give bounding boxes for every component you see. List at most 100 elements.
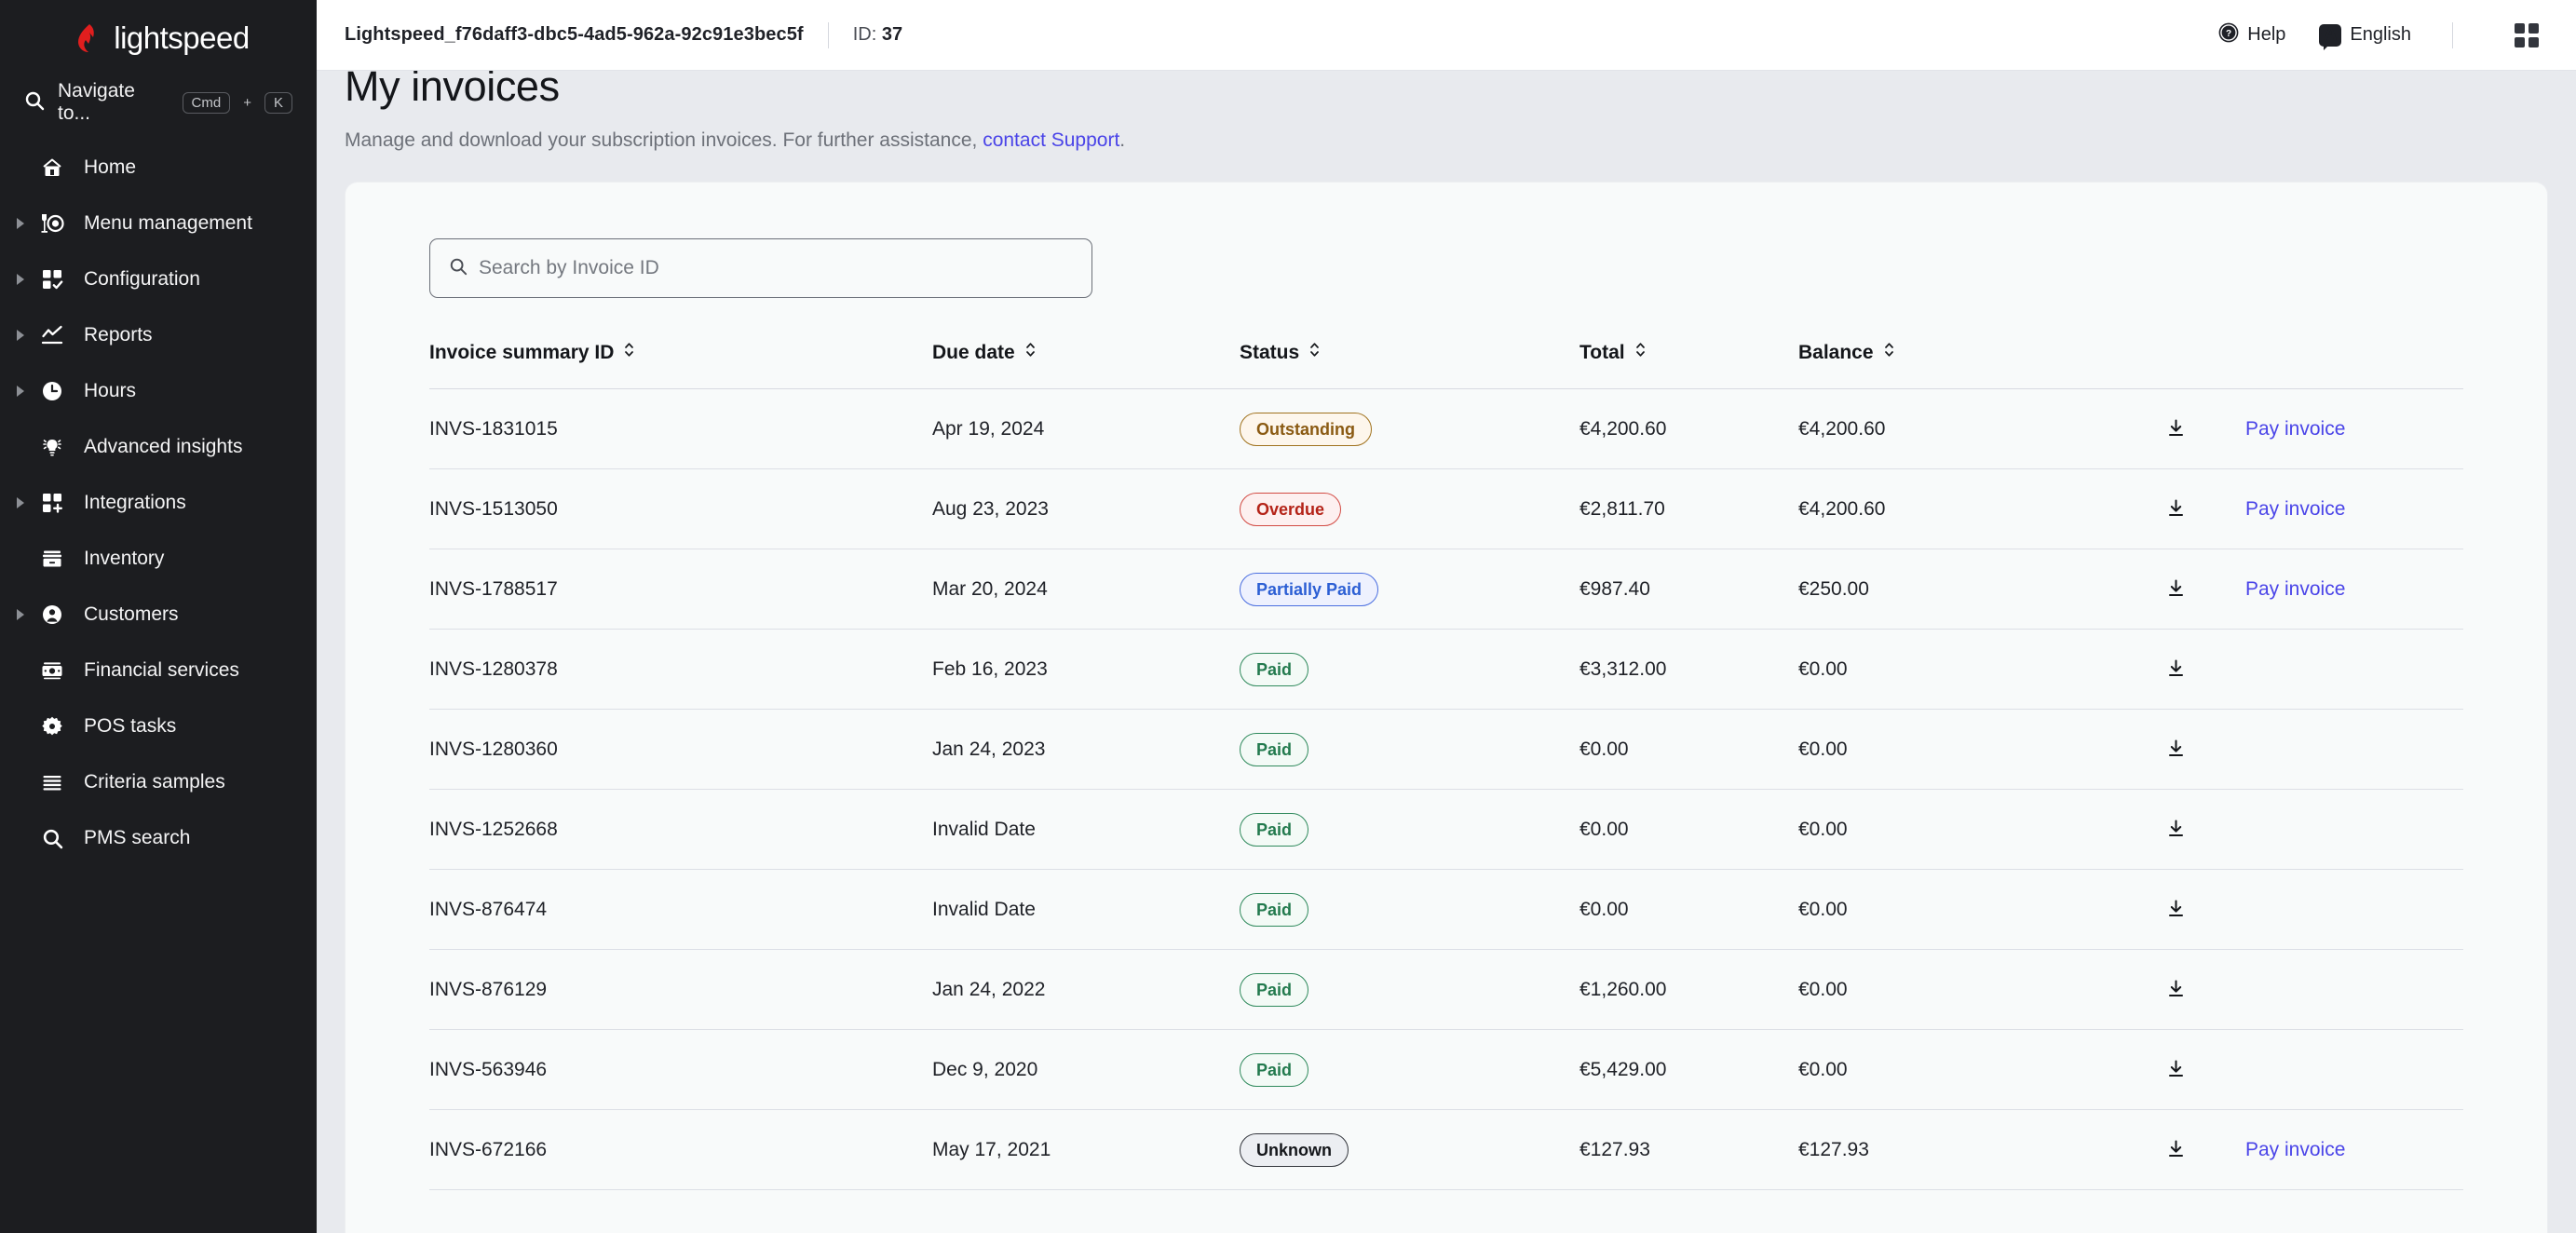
download-invoice-button[interactable] [2162, 735, 2190, 762]
search-box[interactable] [429, 238, 1092, 298]
cell-balance: €0.00 [1798, 709, 2106, 790]
download-icon [2166, 900, 2186, 921]
column-header-invoice-id: Invoice summary ID [429, 341, 932, 389]
sidebar-item-integrations[interactable]: Integrations [0, 475, 317, 531]
language-label: English [2350, 24, 2411, 45]
sort-invoice-id[interactable]: Invoice summary ID [429, 341, 635, 364]
sidebar-item-label: Inventory [84, 548, 165, 569]
cell-status: Unknown [1240, 1109, 1579, 1190]
cell-download [2106, 629, 2245, 710]
download-icon [2166, 1060, 2186, 1081]
cell-download [2106, 549, 2245, 630]
status-badge: Paid [1240, 812, 1309, 847]
page-title: My invoices [345, 62, 560, 110]
cell-total: €3,312.00 [1579, 629, 1798, 710]
sort-balance[interactable]: Balance [1798, 341, 1895, 364]
cell-status: Paid [1240, 869, 1579, 950]
sidebar-item-criteria-samples[interactable]: Criteria samples [0, 754, 317, 810]
brand-logo-text: lightspeed [114, 20, 250, 55]
sort-status[interactable]: Status [1240, 341, 1321, 364]
sidebar-item-advanced-insights[interactable]: Advanced insights [0, 419, 317, 475]
chevron-right-icon[interactable] [11, 497, 32, 508]
sidebar-item-menu-management[interactable]: Menu management [0, 196, 317, 251]
chevron-right-icon[interactable] [11, 609, 32, 620]
cell-balance: €0.00 [1798, 629, 2106, 710]
topbar-actions: ? Help A English [2202, 21, 2539, 50]
app-switcher-grid-icon[interactable] [2515, 22, 2539, 47]
shortcut-cmd-key: Cmd [182, 91, 231, 114]
topbar-divider [827, 21, 829, 48]
column-header-due-date: Due date [932, 341, 1240, 389]
table-row: INVS-1252668 Invalid Date Paid €0.00 €0.00 [429, 789, 2463, 870]
search-icon [32, 828, 73, 849]
sort-arrows-icon [1883, 341, 1895, 364]
pay-invoice-link[interactable]: Pay invoice [2245, 578, 2345, 600]
cell-total: €127.93 [1579, 1109, 1798, 1190]
cell-status: Paid [1240, 629, 1579, 710]
cell-status: Paid [1240, 789, 1579, 870]
customers-icon [32, 603, 73, 626]
sidebar-nav: Home Menu management Configuration Repor… [0, 140, 317, 866]
download-invoice-button[interactable] [2162, 815, 2190, 842]
brand-logo[interactable]: lightspeed [0, 7, 317, 69]
download-invoice-button[interactable] [2162, 975, 2190, 1002]
list-icon [32, 771, 73, 793]
cell-pay [2245, 949, 2463, 1030]
pay-invoice-link[interactable]: Pay invoice [2245, 498, 2345, 520]
download-invoice-button[interactable] [2162, 1055, 2190, 1082]
sidebar-item-inventory[interactable]: Inventory [0, 531, 317, 587]
download-invoice-button[interactable] [2162, 414, 2190, 441]
download-icon [2166, 820, 2186, 841]
download-invoice-button[interactable] [2162, 655, 2190, 682]
cell-status: Paid [1240, 709, 1579, 790]
sidebar-item-customers[interactable]: Customers [0, 587, 317, 643]
chevron-right-icon[interactable] [11, 218, 32, 229]
grid-cell [2529, 36, 2539, 47]
cell-download [2106, 468, 2245, 549]
help-button[interactable]: ? Help [2202, 22, 2302, 48]
cell-pay: Pay invoice [2245, 388, 2463, 469]
sidebar-item-label: Financial services [84, 659, 239, 681]
cell-pay [2245, 869, 2463, 950]
sidebar-item-financial-services[interactable]: Financial services [0, 643, 317, 698]
cell-invoice-id: INVS-1252668 [429, 789, 932, 870]
sidebar-item-pos-tasks[interactable]: POS tasks [0, 698, 317, 754]
status-badge: Paid [1240, 892, 1309, 927]
table-row: INVS-1280360 Jan 24, 2023 Paid €0.00 €0.00 [429, 709, 2463, 790]
sidebar-item-configuration[interactable]: Configuration [0, 251, 317, 307]
navigate-to-search[interactable]: Navigate to... Cmd + K [0, 76, 317, 129]
sidebar-item-pms-search[interactable]: PMS search [0, 810, 317, 866]
sidebar-item-reports[interactable]: Reports [0, 307, 317, 363]
table-row: INVS-1280378 Feb 16, 2023 Paid €3,312.00 €0.… [429, 629, 2463, 710]
pay-invoice-link[interactable]: Pay invoice [2245, 418, 2345, 440]
account-id-label: ID: [852, 24, 877, 45]
cell-balance: €127.93 [1798, 1109, 2106, 1190]
sort-total[interactable]: Total [1579, 341, 1647, 364]
sidebar: lightspeed Navigate to... Cmd + K Home M… [0, 0, 317, 1233]
sort-due-date[interactable]: Due date [932, 341, 1037, 364]
language-button[interactable]: A English [2302, 23, 2428, 50]
cell-invoice-id: INVS-876129 [429, 949, 932, 1030]
download-invoice-button[interactable] [2162, 495, 2190, 522]
download-invoice-button[interactable] [2162, 1135, 2190, 1162]
menu-management-icon [32, 212, 73, 235]
shortcut-plus: + [243, 94, 251, 111]
contact-support-link[interactable]: contact Support [983, 129, 1119, 151]
cell-pay: Pay invoice [2245, 549, 2463, 630]
download-invoice-button[interactable] [2162, 575, 2190, 602]
sidebar-item-home[interactable]: Home [0, 140, 317, 196]
download-invoice-button[interactable] [2162, 895, 2190, 922]
chevron-right-icon[interactable] [11, 330, 32, 341]
sort-arrows-icon [1024, 341, 1037, 364]
topbar: Lightspeed_f76daff3-dbc5-4ad5-962a-92c91… [317, 0, 2576, 71]
cell-download [2106, 709, 2245, 790]
cell-invoice-id: INVS-1280360 [429, 709, 932, 790]
search-input[interactable] [479, 257, 1073, 279]
configuration-icon [32, 268, 73, 291]
pay-invoice-link[interactable]: Pay invoice [2245, 1139, 2345, 1160]
table-row: INVS-1513050 Aug 23, 2023 Overdue €2,811.70… [429, 468, 2463, 549]
chevron-right-icon[interactable] [11, 386, 32, 397]
chevron-right-icon[interactable] [11, 274, 32, 285]
grid-cell [2515, 36, 2525, 47]
sidebar-item-hours[interactable]: Hours [0, 363, 317, 419]
